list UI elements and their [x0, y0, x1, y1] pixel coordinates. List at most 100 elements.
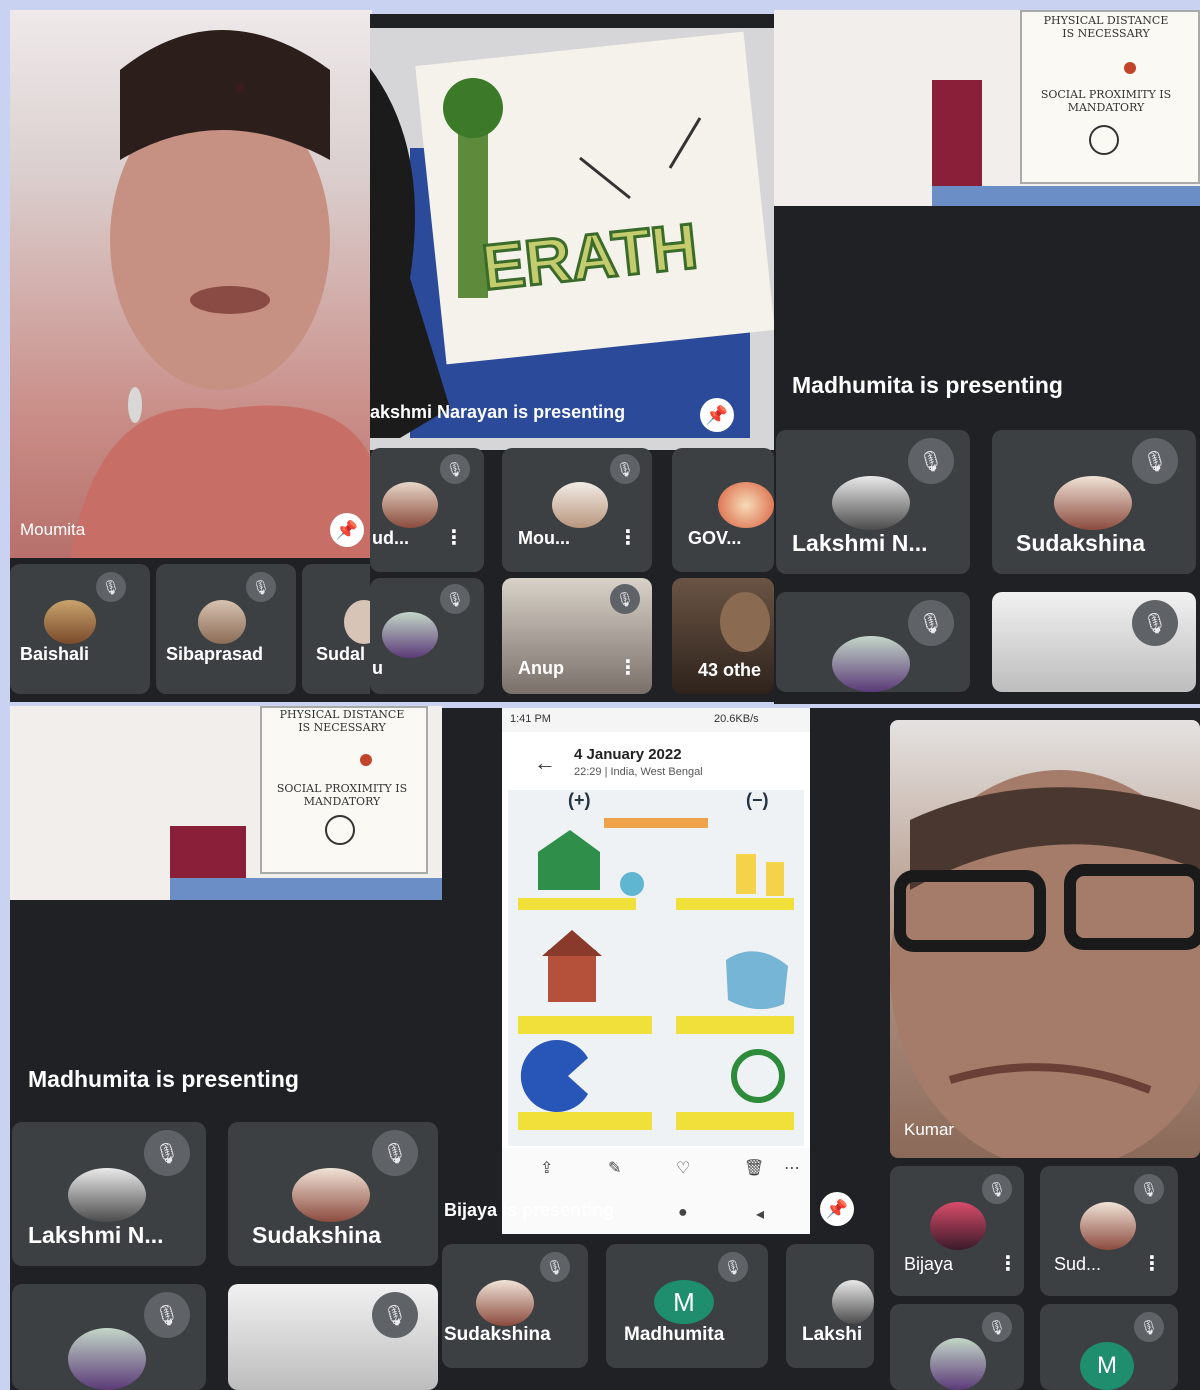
- mic-off-icon: 🎙: [908, 600, 954, 646]
- mic-off-icon: 🎙: [908, 438, 954, 484]
- mic-off-icon: 🎙: [982, 1312, 1012, 1342]
- avatar: [68, 1168, 146, 1222]
- participant-name: Sudal: [316, 644, 366, 664]
- avatar: [930, 1202, 986, 1250]
- participant-tile-sudakshina[interactable]: 🎙 Sudakshina: [228, 1122, 438, 1266]
- participant-count: 43 othe: [698, 660, 762, 680]
- poster-image: (+) (−): [508, 790, 804, 1146]
- home-nav-icon[interactable]: ●: [678, 1204, 688, 1222]
- participant-tile-sudal[interactable]: Sudal: [302, 564, 372, 694]
- participant-tile-gov[interactable]: GOV...: [672, 448, 774, 572]
- participant-tile-madhumita[interactable]: 🎙 M Madhumita: [606, 1244, 768, 1368]
- participant-tile-sudakshina[interactable]: 🎙 Sudakshina: [442, 1244, 588, 1368]
- more-options-icon[interactable]: ⋮: [1142, 1254, 1162, 1274]
- panel-madhumita-presenting-bottom: PHYSICAL DISTANCE IS NECESSARY SOCIAL PR…: [10, 706, 442, 1390]
- delete-icon[interactable]: 🗑: [744, 1158, 764, 1178]
- participant-tile-others[interactable]: 43 othe: [672, 578, 774, 694]
- more-options-icon[interactable]: ⋮: [618, 658, 638, 678]
- mic-off-icon: 🎙: [440, 584, 470, 614]
- mic-off-icon: 🎙: [1134, 1174, 1164, 1204]
- avatar: M: [654, 1280, 714, 1324]
- share-icon[interactable]: ⇪: [540, 1158, 553, 1178]
- participant-tile-m[interactable]: 🎙 M: [1040, 1304, 1178, 1390]
- avatar: [832, 1280, 874, 1324]
- pin-icon[interactable]: 📌: [330, 513, 364, 547]
- mic-off-icon: 🎙: [1132, 600, 1178, 646]
- mic-off-icon: 🎙: [982, 1174, 1012, 1204]
- participant-tile-lakshmi[interactable]: 🎙 Lakshmi N...: [776, 430, 970, 574]
- avatar: [552, 482, 608, 528]
- photo-meta: 22:29 | India, West Bengal: [574, 766, 703, 778]
- more-icon[interactable]: ⋯: [784, 1158, 800, 1178]
- mic-off-icon: 🎙: [372, 1130, 418, 1176]
- edit-icon[interactable]: ✎: [608, 1158, 621, 1178]
- pin-icon[interactable]: 📌: [700, 398, 734, 432]
- participant-tile-video[interactable]: 🎙: [228, 1284, 438, 1390]
- avatar: [198, 600, 246, 644]
- back-nav-icon[interactable]: ◂: [756, 1204, 764, 1224]
- avatar: [382, 482, 438, 528]
- avatar: M: [1080, 1342, 1134, 1390]
- avatar: [344, 600, 372, 644]
- participant-tile-lakshmi[interactable]: Lakshi: [786, 1244, 874, 1368]
- participant-tile-sibaprasad[interactable]: 🎙 Sibaprasad: [156, 564, 296, 694]
- participant-tile-sud[interactable]: 🎙 Sud... ⋮: [1040, 1166, 1178, 1296]
- photo-date: 4 January 2022: [574, 746, 682, 763]
- participant-tile-unnamed[interactable]: 🎙: [12, 1284, 206, 1390]
- presentation-feed[interactable]: ERATH: [370, 28, 774, 450]
- participant-name: Sudakshina: [1016, 530, 1146, 556]
- presentation-feed[interactable]: PHYSICAL DISTANCE IS NECESSARY SOCIAL PR…: [774, 10, 1200, 206]
- participant-tile-unnamed[interactable]: 🎙: [776, 592, 970, 692]
- participant-tile-lakshmi[interactable]: 🎙 Lakshmi N...: [12, 1122, 206, 1266]
- panel-lakshmi-presenting: ERATH akshmi Narayan is presenting 📌 🎙 u…: [370, 14, 774, 702]
- mic-off-icon: 🎙: [246, 572, 276, 602]
- participant-name: Madhumita: [624, 1324, 725, 1345]
- pin-icon[interactable]: 📌: [820, 1192, 854, 1226]
- avatar: [68, 1328, 146, 1390]
- status-time: 1:41 PM: [510, 713, 551, 725]
- participant-tile-sudakshina[interactable]: 🎙 Sudakshina: [992, 430, 1196, 574]
- more-options-icon[interactable]: ⋮: [998, 1254, 1018, 1274]
- participant-name-main: Kumar: [904, 1120, 955, 1139]
- presenting-banner: Madhumita is presenting: [28, 1066, 299, 1092]
- favorite-icon[interactable]: ♡: [676, 1158, 690, 1178]
- video-feed-kumar[interactable]: [890, 720, 1200, 1158]
- presentation-feed[interactable]: PHYSICAL DISTANCE IS NECESSARY SOCIAL PR…: [10, 706, 442, 900]
- video-feed-moumita[interactable]: [10, 10, 372, 558]
- participant-name: Sudakshina: [444, 1324, 551, 1345]
- mic-off-icon: 🎙: [440, 454, 470, 484]
- avatar: [476, 1280, 534, 1326]
- mic-off-icon: 🎙: [540, 1252, 570, 1282]
- participant-name: Lakshi: [802, 1324, 863, 1345]
- participant-name: Bijaya: [904, 1254, 954, 1274]
- mic-off-icon: 🎙: [96, 572, 126, 602]
- participant-name: Lakshmi N...: [28, 1222, 164, 1248]
- participant-tile-anup[interactable]: 🎙 Anup ⋮: [502, 578, 652, 694]
- participant-tile-bijaya[interactable]: 🎙 Bijaya ⋮: [890, 1166, 1024, 1296]
- participant-name: u: [372, 658, 383, 678]
- status-speed: 20.6KB/s: [714, 713, 759, 725]
- participant-name: Lakshmi N...: [792, 530, 928, 556]
- mic-off-icon: 🎙: [1132, 438, 1178, 484]
- phone-screen[interactable]: 1:41 PM 20.6KB/s ← 4 January 2022 22:29 …: [502, 708, 810, 1234]
- participant-tile-baishali[interactable]: 🎙 Baishali: [10, 564, 150, 694]
- more-options-icon[interactable]: ⋮: [444, 528, 464, 548]
- participant-tile-video[interactable]: 🎙: [992, 592, 1196, 692]
- mic-off-icon: 🎙: [372, 1292, 418, 1338]
- presenting-banner: Madhumita is presenting: [792, 372, 1063, 398]
- participant-name-main: Moumita: [20, 520, 86, 539]
- more-options-icon[interactable]: ⋮: [618, 528, 638, 548]
- participant-name: ud...: [372, 528, 409, 548]
- back-icon[interactable]: ←: [534, 750, 556, 776]
- participant-name: Anup: [518, 658, 564, 678]
- avatar: [1080, 1202, 1136, 1250]
- presenting-banner: Bijaya is presenting: [444, 1200, 615, 1220]
- participant-tile-u[interactable]: 🎙 u: [370, 578, 484, 694]
- participant-tile-mou[interactable]: 🎙 Mou... ⋮: [502, 448, 652, 572]
- panel-moumita: Moumita 📌 🎙 Baishali 🎙 Sibaprasad Sudal: [10, 10, 372, 702]
- participant-tile-unnamed[interactable]: 🎙: [890, 1304, 1024, 1390]
- avatar: [720, 592, 770, 652]
- avatar: [382, 612, 438, 658]
- participant-tile-sud[interactable]: 🎙 ud... ⋮: [370, 448, 484, 572]
- avatar: [832, 636, 910, 692]
